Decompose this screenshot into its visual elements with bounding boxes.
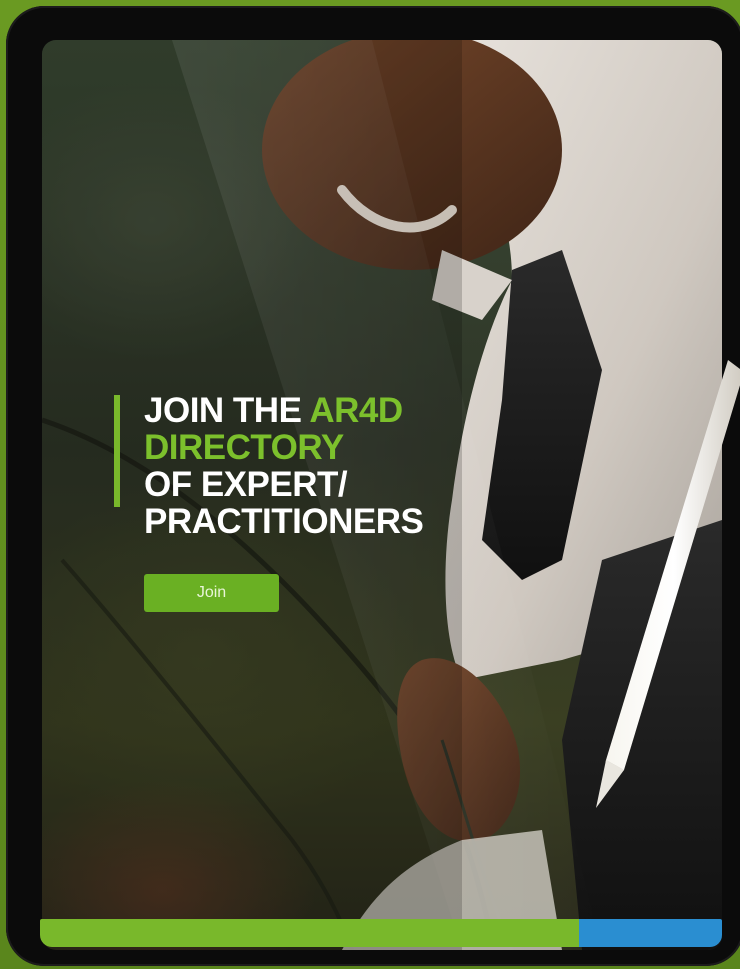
join-button[interactable]: Join	[144, 574, 279, 612]
banner-headline: JOIN THE AR4D DIRECTORY OF EXPERT/ PRACT…	[144, 392, 504, 540]
headline-line1-prefix: JOIN THE	[144, 391, 310, 430]
headline-line1-accent: AR4D	[309, 391, 403, 430]
headline-line3: OF EXPERT/	[144, 465, 348, 504]
page-background: JOIN THE AR4D DIRECTORY OF EXPERT/ PRACT…	[0, 0, 740, 969]
headline-line4: PRACTITIONERS	[144, 502, 424, 541]
headline-line2-accent: DIRECTORY	[144, 428, 344, 467]
progress-track	[578, 919, 722, 947]
tablet-frame: JOIN THE AR4D DIRECTORY OF EXPERT/ PRACT…	[6, 6, 740, 966]
progress-bar	[40, 919, 722, 947]
headline-accent-bar	[114, 395, 120, 507]
progress-fill	[40, 919, 579, 947]
tablet-screen: JOIN THE AR4D DIRECTORY OF EXPERT/ PRACT…	[42, 40, 722, 950]
